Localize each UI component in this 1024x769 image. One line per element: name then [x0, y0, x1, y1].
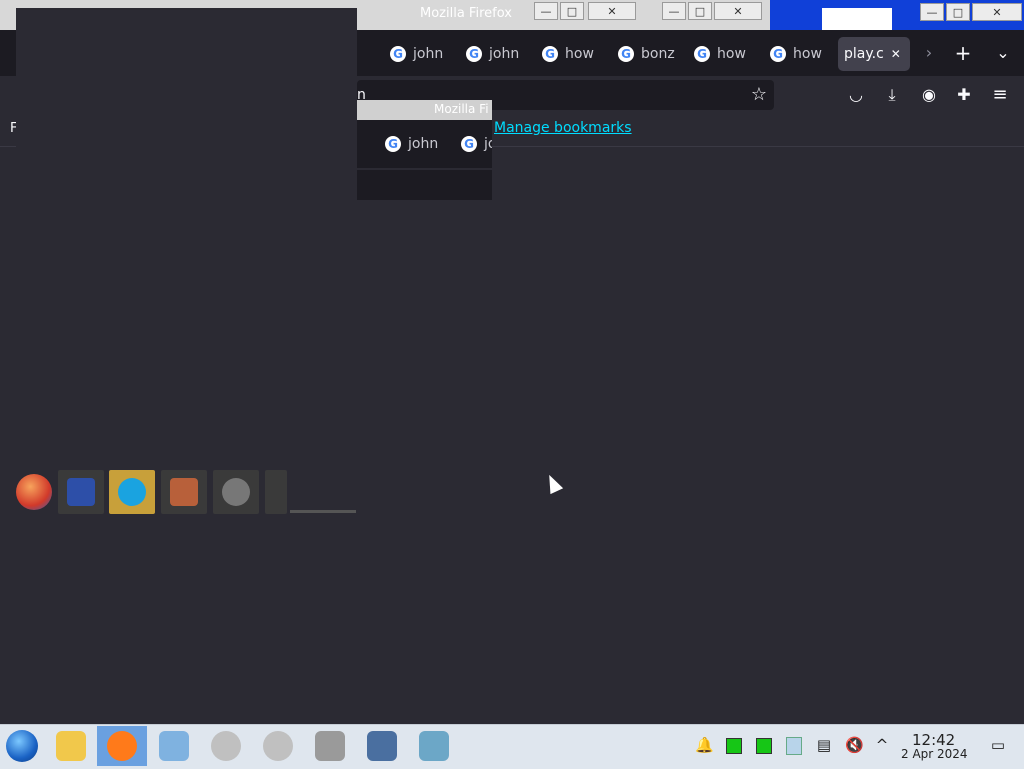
wine-icon: [263, 731, 293, 761]
clock-date[interactable]: 2 Apr 2024: [901, 747, 968, 761]
tab[interactable]: Gjohn: [466, 37, 536, 71]
taskbar-file-manager[interactable]: [46, 726, 96, 766]
folder-icon: [67, 478, 95, 506]
wine-icon: [222, 478, 250, 506]
tab-scroll-right-icon[interactable]: ›: [918, 42, 940, 64]
app-icon: [315, 731, 345, 761]
tab[interactable]: Ghow: [770, 37, 840, 71]
taskbar-app[interactable]: [149, 726, 199, 766]
tab-label: how: [565, 46, 594, 62]
google-icon: G: [466, 46, 482, 62]
app-icon: [159, 731, 189, 761]
dock-firefox[interactable]: [109, 470, 155, 514]
downloads-icon[interactable]: ⤓: [881, 84, 903, 106]
chevron-up-icon[interactable]: ^: [873, 735, 891, 755]
close-button-3[interactable]: ✕: [972, 3, 1022, 21]
tab[interactable]: Ghow: [694, 37, 764, 71]
app-icon: [419, 731, 449, 761]
firefox-icon: [107, 731, 137, 761]
tab[interactable]: Gjohn: [390, 37, 460, 71]
start-orb-icon[interactable]: [16, 474, 52, 510]
ghost-window-title: Mozilla Fi: [434, 102, 489, 116]
window-title: Mozilla Firefox: [420, 6, 512, 21]
ghost-tab[interactable]: Gjo: [461, 127, 492, 161]
google-icon: G: [770, 46, 786, 62]
ghost-tab[interactable]: Gjohn: [385, 127, 455, 161]
folder-icon: [56, 731, 86, 761]
ghost-url-bar: [357, 170, 492, 200]
new-tab-button[interactable]: +: [952, 42, 974, 64]
google-icon: G: [461, 136, 477, 152]
dock-wine-2[interactable]: [265, 470, 287, 514]
tab-label: john: [413, 46, 444, 62]
dock-app[interactable]: [161, 470, 207, 514]
close-button[interactable]: ✕: [588, 2, 636, 20]
maximize-button[interactable]: □: [560, 2, 584, 20]
network-status-icon-2[interactable]: [756, 738, 772, 754]
account-icon[interactable]: ◉: [918, 84, 940, 106]
tab-label: john: [489, 46, 520, 62]
wine-icon: [211, 731, 241, 761]
tab[interactable]: Ghow: [542, 37, 612, 71]
taskbar-app-3[interactable]: [409, 726, 459, 766]
minimize-button-2[interactable]: —: [662, 2, 686, 20]
tab-label: jo: [484, 136, 492, 152]
ghost-window-title-bar: Mozilla Fi: [357, 100, 492, 120]
app-icon: [170, 478, 198, 506]
clipboard-icon[interactable]: ▤: [815, 735, 833, 755]
notifications-icon[interactable]: 🔔: [695, 735, 714, 755]
menu-icon[interactable]: ≡: [989, 84, 1011, 106]
system-monitor-icon: [367, 731, 397, 761]
google-icon: G: [390, 46, 406, 62]
tab-label: play.c: [844, 46, 884, 62]
bookmark-star-icon[interactable]: ☆: [748, 84, 770, 106]
google-icon: G: [618, 46, 634, 62]
minimize-button[interactable]: —: [534, 2, 558, 20]
list-all-tabs-icon[interactable]: ⌄: [992, 42, 1014, 64]
dock-scrollbar[interactable]: [290, 510, 356, 513]
tab-label: john: [408, 136, 439, 152]
show-desktop-icon[interactable]: ▭: [989, 735, 1007, 755]
google-icon: G: [694, 46, 710, 62]
extensions-icon[interactable]: ✚: [953, 84, 975, 106]
taskbar-wine[interactable]: [201, 726, 251, 766]
manage-bookmarks-link[interactable]: Manage bookmarks: [494, 120, 632, 136]
dock-wine[interactable]: [213, 470, 259, 514]
pocket-icon[interactable]: ◡: [845, 84, 867, 106]
app-tray-icon[interactable]: [786, 737, 802, 755]
close-icon[interactable]: ✕: [891, 47, 901, 61]
tab-label: bonz: [641, 46, 675, 62]
taskbar-wine-2[interactable]: [253, 726, 303, 766]
dock-file-manager[interactable]: [58, 470, 104, 514]
maximize-button-2[interactable]: □: [688, 2, 712, 20]
mouse-cursor-icon: [542, 471, 564, 495]
taskbar-firefox[interactable]: [97, 726, 147, 766]
network-status-icon[interactable]: [726, 738, 742, 754]
minimize-button-3[interactable]: —: [920, 3, 944, 21]
tab-label: how: [793, 46, 822, 62]
volume-muted-icon[interactable]: 🔇: [845, 735, 864, 755]
google-icon: G: [385, 136, 401, 152]
start-button[interactable]: [6, 730, 38, 762]
close-button-2[interactable]: ✕: [714, 2, 762, 20]
tab-label: how: [717, 46, 746, 62]
overlay-panel: [16, 8, 357, 202]
tab[interactable]: Gbonz: [618, 37, 688, 71]
taskbar-monitor[interactable]: [357, 726, 407, 766]
firefox-icon: [118, 478, 146, 506]
google-icon: G: [542, 46, 558, 62]
taskbar-app-2[interactable]: [305, 726, 355, 766]
tab-active[interactable]: play.c ✕: [838, 37, 910, 71]
restore-button-3[interactable]: □: [946, 3, 970, 21]
